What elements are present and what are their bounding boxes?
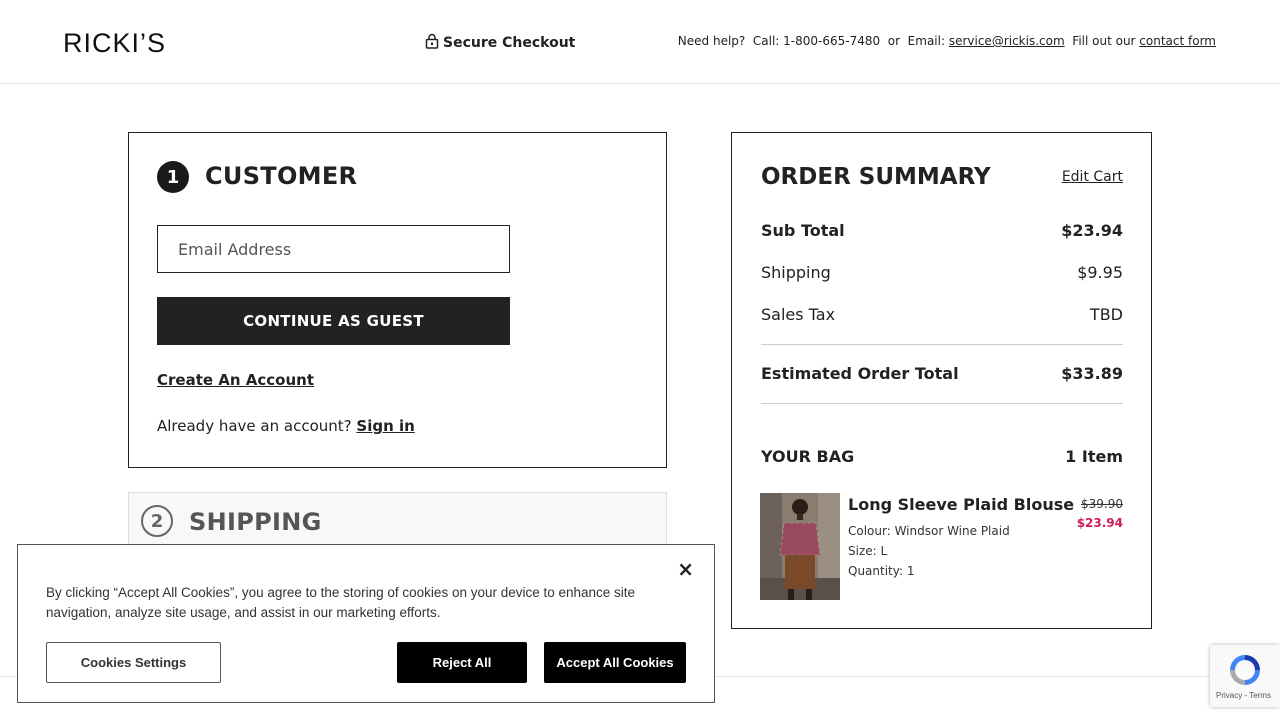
- edit-cart-link[interactable]: Edit Cart: [1062, 169, 1123, 185]
- order-summary-title: ORDER SUMMARY: [761, 164, 991, 190]
- product-image[interactable]: [760, 493, 840, 600]
- reject-all-button[interactable]: Reject All: [397, 642, 527, 683]
- cookie-banner: × By clicking “Accept All Cookies”, you …: [17, 544, 715, 703]
- product-quantity: Quantity: 1: [848, 564, 915, 578]
- order-total-row: Estimated Order Total $33.89: [761, 364, 1123, 383]
- help-prefix: Need help? Call: 1-800-665-7480 or Email…: [677, 34, 949, 48]
- sales-tax-row: Sales Tax TBD: [761, 305, 1123, 324]
- secure-checkout-text: Secure Checkout: [443, 35, 576, 51]
- divider: [761, 403, 1123, 404]
- shipping-row: Shipping $9.95: [761, 263, 1123, 282]
- step-number-badge: 2: [141, 505, 173, 537]
- customer-title: CUSTOMER: [205, 162, 358, 190]
- accept-all-cookies-button[interactable]: Accept All Cookies: [544, 642, 686, 683]
- sale-price: $23.94: [1076, 516, 1123, 530]
- email-field[interactable]: [157, 225, 510, 273]
- recaptcha-privacy-terms[interactable]: Privacy - Terms: [1216, 691, 1271, 700]
- product-size: Size: L: [848, 544, 888, 558]
- order-total-value: $33.89: [1061, 364, 1123, 383]
- your-bag-label: YOUR BAG: [761, 447, 855, 466]
- subtotal-value: $23.94: [1061, 221, 1123, 240]
- site-logo[interactable]: RICKI’S: [63, 28, 166, 59]
- shipping-panel[interactable]: 2 SHIPPING: [128, 492, 667, 552]
- cookie-consent-text: By clicking “Accept All Cookies”, you ag…: [46, 585, 636, 620]
- order-total-label: Estimated Order Total: [761, 364, 959, 383]
- sales-tax-value: TBD: [1089, 305, 1123, 324]
- shipping-title: SHIPPING: [189, 508, 322, 536]
- divider: [761, 344, 1123, 345]
- lock-icon: [425, 33, 439, 53]
- close-icon[interactable]: ×: [677, 557, 694, 581]
- help-contact-info: Need help? Call: 1-800-665-7480 or Email…: [678, 34, 1216, 48]
- your-bag-row: YOUR BAG 1 Item: [761, 447, 1123, 466]
- site-header: RICKI’S Secure Checkout Need help? Call:…: [0, 0, 1280, 84]
- have-account-text: Already have an account?: [157, 417, 357, 435]
- sales-tax-label: Sales Tax: [761, 305, 836, 324]
- order-summary-panel: ORDER SUMMARY Edit Cart Sub Total $23.94…: [731, 132, 1152, 629]
- contact-form-link[interactable]: contact form: [1139, 34, 1216, 48]
- email-link[interactable]: service@rickis.com: [949, 34, 1065, 48]
- customer-panel: 1 CUSTOMER CONTINUE AS GUEST Create An A…: [128, 132, 667, 468]
- continue-as-guest-button[interactable]: CONTINUE AS GUEST: [157, 297, 510, 345]
- bag-item-count: 1 Item: [1065, 447, 1123, 466]
- product-name[interactable]: Long Sleeve Plaid Blouse: [848, 495, 1074, 514]
- subtotal-row: Sub Total $23.94: [761, 221, 1123, 240]
- recaptcha-badge[interactable]: Privacy - Terms: [1210, 645, 1280, 707]
- sign-in-link[interactable]: Sign in: [356, 417, 414, 435]
- step-number-badge: 1: [157, 161, 189, 193]
- sign-in-row: Already have an account? Sign in: [157, 417, 415, 435]
- cookies-settings-button[interactable]: Cookies Settings: [46, 642, 221, 683]
- secure-checkout-label: Secure Checkout: [425, 33, 575, 53]
- shipping-value: $9.95: [1077, 263, 1123, 282]
- subtotal-label: Sub Total: [761, 221, 845, 240]
- product-colour: Colour: Windsor Wine Plaid: [848, 524, 1010, 538]
- shipping-label: Shipping: [761, 263, 831, 282]
- help-middle: Fill out our: [1064, 34, 1140, 48]
- original-price: $39.90: [1081, 497, 1123, 511]
- create-account-link[interactable]: Create An Account: [157, 371, 314, 389]
